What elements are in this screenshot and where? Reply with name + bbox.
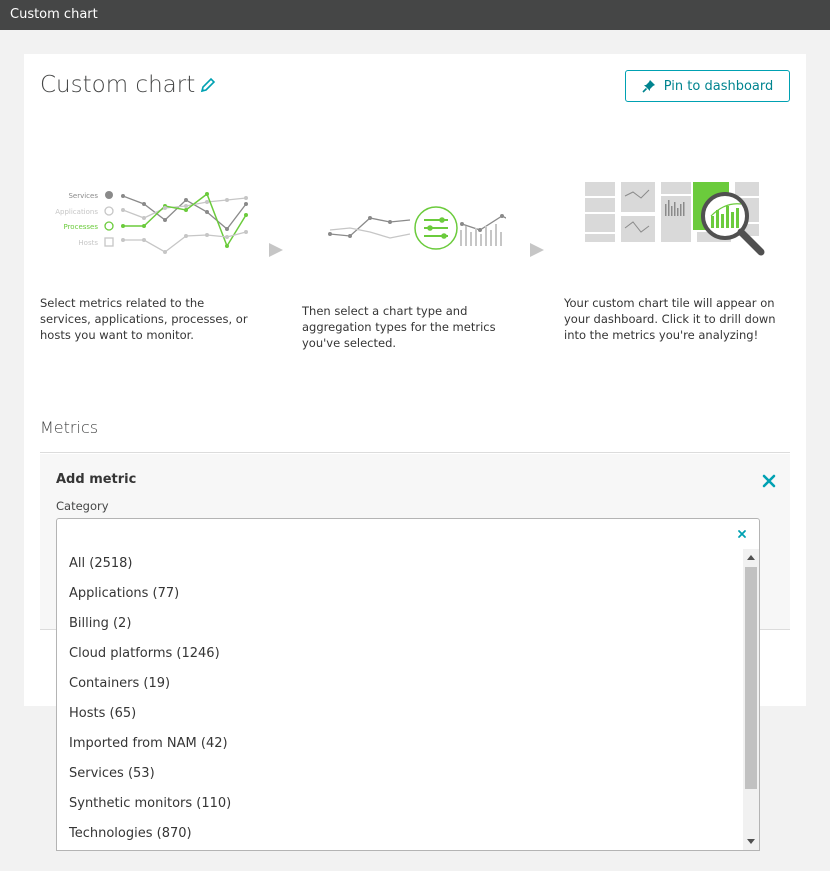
process-icon — [104, 221, 114, 231]
step-1-text: Select metrics related to the services, … — [40, 296, 248, 342]
category-option-imported-from-nam[interactable]: Imported from NAM (42) — [57, 729, 759, 759]
app-icon — [104, 206, 114, 216]
window-title-bar: Custom chart — [0, 0, 830, 30]
metrics-title: Metrics — [40, 418, 99, 437]
page-title-text: Custom chart — [40, 72, 196, 98]
category-option-technologies[interactable]: Technologies (870) — [57, 819, 759, 849]
legend-applications: Applications — [55, 208, 98, 216]
chart-type-illustration — [328, 206, 506, 250]
scroll-up-icon[interactable] — [747, 555, 755, 560]
page-title: Custom chart — [40, 72, 217, 98]
window-title: Custom chart — [10, 7, 98, 22]
category-option-services[interactable]: Services (53) — [57, 759, 759, 789]
dropdown-scrollbar[interactable] — [743, 549, 759, 850]
pencil-icon[interactable] — [199, 76, 217, 94]
step-2-text: Then select a chart type and aggregation… — [302, 304, 496, 350]
step-3-text: Your custom chart tile will appear on yo… — [564, 296, 776, 342]
category-option-all[interactable]: All (2518) — [57, 549, 759, 579]
category-label: Category — [56, 499, 109, 513]
dashboard-tile-illustration — [585, 182, 765, 256]
close-icon[interactable] — [760, 472, 778, 490]
category-option-hosts[interactable]: Hosts (65) — [57, 699, 759, 729]
category-option-synthetic-monitors[interactable]: Synthetic monitors (110) — [57, 789, 759, 819]
host-icon — [104, 237, 114, 247]
select-metrics-illustration: Services Applications Processes Hosts — [55, 191, 248, 254]
pin-to-dashboard-button[interactable]: Pin to dashboard — [625, 70, 790, 102]
scroll-down-icon[interactable] — [747, 839, 755, 844]
category-select-input[interactable] — [56, 518, 760, 550]
category-option-containers[interactable]: Containers (19) — [57, 669, 759, 699]
gear-icon — [105, 191, 113, 199]
category-dropdown: All (2518) Applications (77) Billing (2)… — [56, 549, 760, 851]
legend-processes: Processes — [63, 223, 98, 231]
divider — [40, 452, 790, 453]
category-option-billing[interactable]: Billing (2) — [57, 609, 759, 639]
category-option-cloud-platforms[interactable]: Cloud platforms (1246) — [57, 639, 759, 669]
legend-services: Services — [68, 192, 98, 200]
clear-icon[interactable] — [737, 529, 747, 539]
add-metric-title: Add metric — [56, 472, 137, 487]
step-arrow-1 — [269, 243, 283, 257]
category-option-applications[interactable]: Applications (77) — [57, 579, 759, 609]
step-arrow-2 — [530, 243, 544, 257]
legend-hosts: Hosts — [78, 239, 98, 247]
pin-icon — [642, 80, 655, 93]
scroll-thumb[interactable] — [745, 567, 757, 789]
pin-button-label: Pin to dashboard — [663, 78, 774, 94]
